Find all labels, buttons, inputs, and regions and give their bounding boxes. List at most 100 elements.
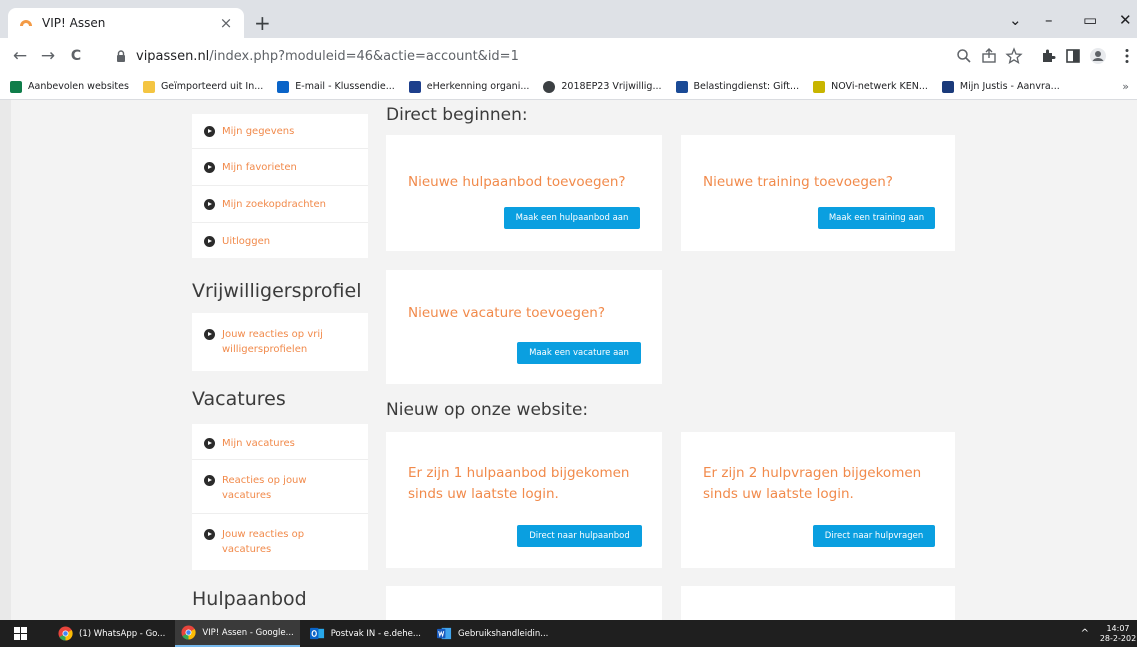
zoom-icon[interactable] [954,47,974,65]
browser-toolbar: ← → C vipassen.nl/index.php?moduleid=46&… [0,38,1137,74]
bookmark-2018ep23[interactable]: 2018EP23 Vrijwillig... [543,80,662,93]
globe-icon [543,80,556,93]
taskbar-item-outlook[interactable]: Postvak IN - e.dehe... [304,620,427,647]
tab-title: VIP! Assen [42,16,106,30]
card-training-toevoegen: Nieuwe training toevoegen? Maak een trai… [681,135,955,251]
profile-icon[interactable] [1088,47,1108,65]
close-window-button[interactable]: ✕ [1119,10,1132,30]
card-text: Nieuwe hulpaanbod toevoegen? [408,174,626,190]
card-nieuw-hulpaanbod: Er zijn 1 hulpaanbod bijgekomen sinds uw… [386,432,662,568]
page-viewport: Mijn gegevens Mijn favorieten Mijn zoeko… [0,100,1137,620]
restore-button[interactable]: ▭ [1083,10,1097,30]
start-button[interactable] [0,620,40,647]
outlook-icon [309,627,324,640]
menu-item-reacties-op-jouw-vacatures[interactable]: Reacties op jouw vacatures [192,460,368,514]
tab-vip-assen[interactable]: VIP! Assen × [8,8,244,38]
tab-strip: VIP! Assen × + ⌄ – ▭ ✕ [0,0,1137,38]
menu-item-jouw-reacties-op-vacatures[interactable]: Jouw reacties op vacatures [192,514,368,570]
maak-hulpaanbod-button[interactable]: Maak een hulpaanbod aan [504,207,640,229]
bookmarks-bar: Aanbevolen websites Geïmporteerd uit In.… [0,74,1137,100]
address-bar[interactable]: vipassen.nl/index.php?moduleid=46&actie=… [114,41,1034,71]
tray-chevron-icon[interactable]: ^ [1081,628,1089,639]
heading-direct-beginnen: Direct beginnen: [386,105,528,125]
menu-icon[interactable] [1117,47,1137,65]
tab-search-chevron-icon[interactable]: ⌄ [1009,10,1022,30]
card-text: Nieuwe vacature toevoegen? [408,305,606,321]
taskbar-item-vip-assen[interactable]: VIP! Assen - Google... [175,620,300,647]
vacatures-menu: Mijn vacatures Reacties op jouw vacature… [192,424,368,570]
bookmark-novi[interactable]: NOVi-netwerk KEN... [813,80,928,93]
card-text: Nieuwe training toevoegen? [703,174,893,190]
windows-taskbar: (1) WhatsApp - Go... VIP! Assen - Google… [0,620,1137,647]
url-host: vipassen.nl [136,48,210,64]
arrow-circle-icon [204,236,215,247]
belastingdienst-icon [675,80,688,93]
bookmark-justis[interactable]: Mijn Justis - Aanvra... [941,80,1060,93]
menu-item-mijn-zoekopdrachten[interactable]: Mijn zoekopdrachten [192,186,368,223]
arrow-circle-icon [204,329,215,340]
menu-item-mijn-gegevens[interactable]: Mijn gegevens [192,114,368,149]
chrome-icon [181,625,196,640]
arrow-circle-icon [204,162,215,173]
tab-close-icon[interactable]: × [218,14,234,32]
heading-nieuw-op-website: Nieuw op onze website: [386,400,589,420]
card-vacature-toevoegen: Nieuwe vacature toevoegen? Maak een vaca… [386,270,662,384]
card-text: Er zijn 1 hulpaanbod bijgekomen sinds uw… [408,465,630,502]
star-icon[interactable] [1004,47,1024,65]
bookmark-belastingdienst[interactable]: Belastingdienst: Gift... [675,80,799,93]
justis-icon [941,80,954,93]
taskbar-item-word[interactable]: Gebruikshandleidin... [431,620,554,647]
back-button[interactable]: ← [6,46,34,66]
card-partial-left [386,586,662,620]
arrow-circle-icon [204,438,215,449]
share-icon[interactable] [979,47,999,65]
card-partial-right [681,586,955,620]
lock-icon [117,50,125,62]
menu-item-mijn-vacatures[interactable]: Mijn vacatures [192,424,368,460]
bookmark-aanbevolen[interactable]: Aanbevolen websites [10,80,129,93]
novi-icon [813,80,826,93]
menu-item-uitloggen[interactable]: Uitloggen [192,223,368,258]
bookmarks-more-icon[interactable]: » [1122,80,1129,93]
section-title-hulpaanbod: Hulpaanbod [192,588,307,610]
section-title-vrijwilligersprofiel: Vrijwilligersprofiel [192,280,362,302]
system-tray: ^ 14:07 28-2-202 [1081,620,1137,647]
menu-item-mijn-favorieten[interactable]: Mijn favorieten [192,149,368,186]
clock-time: 14:07 [1106,623,1130,633]
minimize-button[interactable]: – [1045,10,1053,30]
url-path: /index.php?moduleid=46&actie=account&id=… [209,48,519,64]
new-tab-button[interactable]: + [254,13,271,33]
card-nieuw-hulpvragen: Er zijn 2 hulpvragen bijgekomen sinds uw… [681,432,955,568]
direct-naar-hulpaanbod-button[interactable]: Direct naar hulpaanbod [517,525,642,547]
arrow-circle-icon [204,475,215,486]
reload-button[interactable]: C [62,48,90,64]
arrow-circle-icon [204,199,215,210]
maak-training-button[interactable]: Maak een training aan [818,207,935,229]
section-title-vacatures: Vacatures [192,388,286,410]
bookmark-eherkenning[interactable]: eHerkenning organi... [408,80,529,93]
outlook-icon [277,80,290,93]
chrome-icon [58,626,73,641]
sidepanel-icon[interactable] [1063,47,1083,65]
account-menu: Mijn gegevens Mijn favorieten Mijn zoeko… [192,114,368,258]
menu-item-jouw-reacties-vrijwilligers[interactable]: Jouw reacties op vrij willigersprofielen [192,313,368,371]
clock-date: 28-2-202 [1099,633,1137,643]
eherkenning-icon [408,80,421,93]
extensions-icon[interactable] [1038,47,1058,65]
direct-naar-hulpvragen-button[interactable]: Direct naar hulpvragen [813,525,935,547]
bing-icon [10,80,22,93]
page-scrollbar[interactable] [0,100,11,620]
word-icon [437,627,452,640]
forward-button[interactable]: → [34,46,62,66]
maak-vacature-button[interactable]: Maak een vacature aan [517,342,641,364]
bookmark-folder-geimporteerd[interactable]: Geïmporteerd uit In... [142,80,263,93]
arrow-circle-icon [204,529,215,540]
taskbar-clock[interactable]: 14:07 28-2-202 [1099,624,1137,644]
vrijwilligers-menu: Jouw reacties op vrij willigersprofielen [192,313,368,371]
card-text: Er zijn 2 hulpvragen bijgekomen sinds uw… [703,465,922,502]
bookmark-email[interactable]: E-mail - Klussendie... [277,80,395,93]
arrow-circle-icon [204,126,215,137]
folder-icon [142,80,155,93]
taskbar-item-whatsapp[interactable]: (1) WhatsApp - Go... [52,620,171,647]
card-hulpaanbod-toevoegen: Nieuwe hulpaanbod toevoegen? Maak een hu… [386,135,662,251]
